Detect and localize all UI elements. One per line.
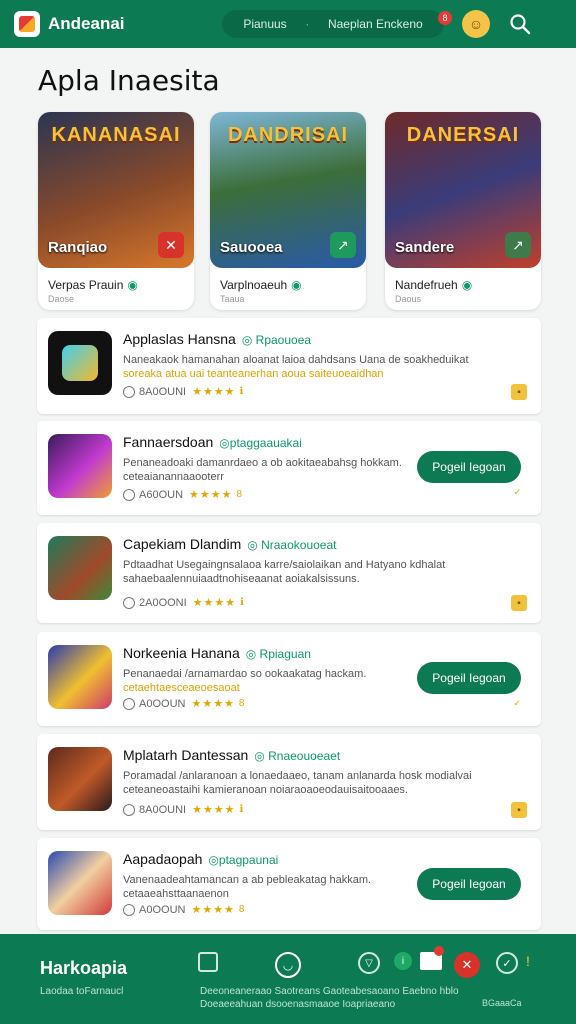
featured-art-1: KANANASAI Ranqiao ✕ xyxy=(38,112,194,268)
filter-icon[interactable]: ▽ xyxy=(358,952,380,974)
settings-icon[interactable]: ✓ xyxy=(496,952,518,974)
info-icon[interactable]: i xyxy=(394,952,412,970)
app-meta: A0OOUN ★★★★ 8 xyxy=(123,697,244,710)
download-icon xyxy=(123,385,135,398)
app-meta: 8A0OUNI ★★★★ ℹ xyxy=(123,803,243,816)
app-name: Fannaersdoan ◎ptaggaauakai xyxy=(123,434,302,450)
top-app-bar: Andeanai Pianuus · Naeplan Enckeno 8 ☺ xyxy=(0,0,576,48)
page-title: Apla Inaesita xyxy=(38,64,220,97)
app-description: Penanaedai /arnamardao so ookaakatag hac… xyxy=(123,668,367,694)
app-name: Mplatarh Dantessan ◎ Rnaeouoeaet xyxy=(123,747,341,763)
footer-links-1[interactable]: Deeoneaneraao Saotreans Gaoteabesaoano E… xyxy=(200,986,459,997)
featured-art-3: DANERSAI Sandere ↗ xyxy=(385,112,541,268)
bookmark-icon[interactable]: ▪ xyxy=(511,802,527,818)
app-name: Applaslas Hansna ◎ Rpaouoea xyxy=(123,331,312,347)
app-description: Vanenaadeahtamancan a ab pebleakatag hak… xyxy=(123,874,372,900)
app-icon-3 xyxy=(48,536,112,600)
chevron-down-icon: ✓ xyxy=(513,698,521,708)
featured-sub-3: Daous xyxy=(395,294,422,304)
app-icon-2 xyxy=(48,434,112,498)
featured-art-title: KANANASAI xyxy=(51,124,181,146)
chat-icon[interactable]: ◡ xyxy=(275,952,301,978)
download-icon xyxy=(123,803,135,816)
app-list-item-4[interactable]: Norkeenia Hanana ◎ Rpiaguan Penanaedai /a… xyxy=(37,632,541,726)
app-list-item-6[interactable]: Aapadaopah ◎ptagpaunai Vanenaadeahtamanca… xyxy=(37,838,541,930)
featured-art-title: DANERSAI xyxy=(406,124,520,146)
bookmark-icon[interactable]: ▪ xyxy=(511,595,527,611)
app-icon-5 xyxy=(48,747,112,811)
home-icon[interactable] xyxy=(198,952,218,972)
alert-dot xyxy=(434,946,444,956)
get-app-button[interactable]: Pogeil Iegoan xyxy=(417,451,521,483)
download-icon xyxy=(123,596,135,609)
featured-card-3[interactable]: DANERSAI Sandere ↗ Nandefrueh ◉ Daous xyxy=(385,112,541,310)
download-icon xyxy=(123,488,135,501)
app-name: Capekiam Dlandim ◎ Nraaokouoeat xyxy=(123,536,337,552)
get-app-button[interactable]: Pogeil Iegoan xyxy=(417,868,521,900)
featured-art-label: Sauooea xyxy=(220,239,283,256)
bookmark-icon[interactable]: ▪ xyxy=(511,384,527,400)
featured-art-title: DANDRISAI xyxy=(227,124,349,146)
star-rating: ★★★★ xyxy=(191,904,235,916)
featured-name-1: Verpas Prauin ◉ xyxy=(48,278,138,292)
app-list-item-5[interactable]: Mplatarh Dantessan ◎ Rnaeouoeaet Poramada… xyxy=(37,734,541,830)
app-description: Poramadal /anlaranoan a lonaedaaeo, tana… xyxy=(123,770,472,796)
app-description: Penaneadoaki damanrdaeo a ob aokitaeabah… xyxy=(123,457,402,483)
download-icon xyxy=(123,903,135,916)
app-icon-1 xyxy=(48,331,112,395)
tab-primary[interactable]: Pianuus xyxy=(243,17,286,31)
star-rating: ★★★★ xyxy=(191,698,235,710)
info-icon[interactable]: ! xyxy=(524,952,532,970)
app-icon-4 xyxy=(48,645,112,709)
star-rating: ★★★★ xyxy=(192,804,236,816)
search-icon[interactable] xyxy=(508,12,532,36)
app-list-item-2[interactable]: Fannaersdoan ◎ptaggaauakai Penaneadoaki d… xyxy=(37,421,541,515)
footer-subtitle: Laodaa toFarnaucl xyxy=(40,986,124,997)
app-name: Aapadaopah ◎ptagpaunai xyxy=(123,851,279,867)
close-icon[interactable]: ✕ xyxy=(158,232,184,258)
star-rating: ★★★★ xyxy=(189,489,233,501)
footer-meta: BGaaaCa xyxy=(482,998,522,1008)
notification-badge[interactable]: 8 xyxy=(438,11,452,25)
featured-art-label: Ranqiao xyxy=(48,239,108,256)
verified-icon: ◉ xyxy=(291,278,302,292)
app-list-item-3[interactable]: Capekiam Dlandim ◎ Nraaokouoeat Pdtaadhat… xyxy=(37,523,541,623)
star-rating: ★★★★ xyxy=(192,386,236,398)
footer-bar: Harkoapia Laodaa toFarnaucl ◡ ▽ i ✕ ✓ ! … xyxy=(0,934,576,1024)
tab-secondary[interactable]: Naeplan Enckeno xyxy=(328,17,423,31)
footer-brand: Harkoapia xyxy=(40,958,128,978)
app-name: Norkeenia Hanana ◎ Rpiaguan xyxy=(123,645,311,661)
header-tab-switcher[interactable]: Pianuus · Naeplan Enckeno xyxy=(222,10,444,38)
featured-sub-1: Daose xyxy=(48,294,75,304)
app-meta: A60OUN ★★★★ 8 xyxy=(123,488,242,501)
featured-name-2: Varplnoaeuh ◉ xyxy=(220,278,302,292)
featured-card-2[interactable]: DANDRISAI Sauooea ↗ Varplnoaeuh ◉ Taaua xyxy=(210,112,366,310)
verified-icon: ◉ xyxy=(461,278,473,292)
featured-card-1[interactable]: KANANASAI Ranqiao ✕ Verpas Prauin ◉ Daose xyxy=(38,112,194,310)
download-icon xyxy=(123,697,135,710)
featured-art-2: DANDRISAI Sauooea ↗ xyxy=(210,112,366,268)
app-meta: 2A0OONI ★★★★ ℹ xyxy=(123,596,244,609)
featured-art-label: Sandere xyxy=(395,239,455,256)
app-list-item-1[interactable]: Applaslas Hansna ◎ Rpaouoea Naneakaok ham… xyxy=(37,318,541,414)
app-meta: A0OOUN ★★★★ 8 xyxy=(123,903,244,916)
app-icon-6 xyxy=(48,851,112,915)
chevron-down-icon: ✓ xyxy=(513,487,521,497)
app-logo-icon[interactable] xyxy=(14,11,40,37)
tab-separator: · xyxy=(305,17,310,31)
verified-icon: ◉ xyxy=(127,278,138,292)
star-rating: ★★★★ xyxy=(192,597,237,609)
app-description: Naneakaok hamanahan aloanat laioa dahdsa… xyxy=(123,354,469,380)
share-icon[interactable]: ↗ xyxy=(330,232,356,258)
featured-name-3: Nandefrueh ◉ xyxy=(395,278,473,292)
close-icon[interactable]: ✕ xyxy=(454,952,480,978)
app-meta: 8A0OUNI ★★★★ ℹ xyxy=(123,385,243,398)
footer-links-2[interactable]: Doeaeeahuan dsooenasmaaoe Ioapriaeano xyxy=(200,999,395,1010)
get-app-button[interactable]: Pogeil Iegoan xyxy=(417,662,521,694)
featured-sub-2: Taaua xyxy=(220,294,245,304)
app-brand-name: Andeanai xyxy=(48,14,125,33)
share-icon[interactable]: ↗ xyxy=(505,232,531,258)
app-description: Pdtaadhat Usegaingnsalaoa karre/saiolaik… xyxy=(123,559,446,585)
avatar-icon[interactable]: ☺ xyxy=(462,10,490,38)
